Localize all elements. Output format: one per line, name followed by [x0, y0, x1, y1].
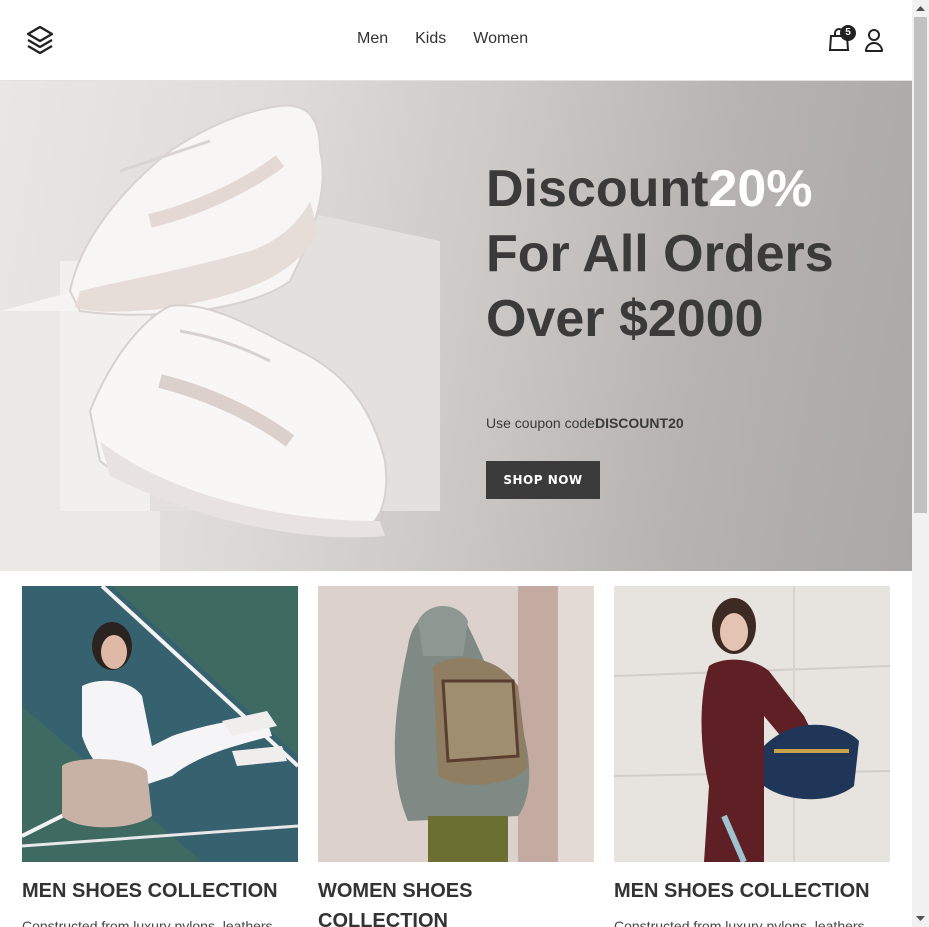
- woman-duffel-bag-image: [614, 586, 890, 862]
- hero-title-part2: For All Orders Over $2000: [486, 225, 834, 348]
- collection-card[interactable]: MEN SHOES COLLECTION Constructed from lu…: [22, 586, 298, 927]
- coupon-text: Use coupon codeDISCOUNT20: [486, 415, 684, 431]
- collection-card[interactable]: WOMEN SHOES COLLECTION: [318, 586, 594, 927]
- nav-women[interactable]: Women: [473, 30, 528, 48]
- collection-image[interactable]: [22, 586, 298, 862]
- coupon-code: DISCOUNT20: [594, 415, 684, 431]
- hero-title: Discount20% For All Orders Over $2000: [486, 157, 866, 352]
- collection-title[interactable]: MEN SHOES COLLECTION: [22, 876, 298, 906]
- page-scrollbar[interactable]: [912, 0, 929, 927]
- cart-count-badge: 5: [840, 25, 856, 41]
- layers-logo[interactable]: [24, 24, 56, 56]
- scrollbar-thumb[interactable]: [914, 17, 927, 513]
- collection-description: Constructed from luxury nylons, leathers…: [614, 918, 869, 927]
- collection-description: Constructed from luxury nylons, leathers…: [22, 918, 277, 927]
- woman-tennis-court-image: [22, 586, 298, 862]
- shop-now-button[interactable]: SHOP NOW: [486, 461, 600, 499]
- nav-men[interactable]: Men: [357, 30, 388, 48]
- user-icon[interactable]: [864, 28, 884, 52]
- collection-image[interactable]: [614, 586, 890, 862]
- collection-title[interactable]: WOMEN SHOES COLLECTION: [318, 876, 594, 927]
- hero-banner: Discount20% For All Orders Over $2000 Us…: [0, 81, 912, 571]
- hero-title-highlight: 20%: [708, 160, 813, 218]
- collection-card[interactable]: MEN SHOES COLLECTION Constructed from lu…: [614, 586, 890, 927]
- main-nav: Men Kids Women: [357, 30, 528, 48]
- nav-kids[interactable]: Kids: [415, 30, 446, 48]
- collection-title[interactable]: MEN SHOES COLLECTION: [614, 876, 890, 906]
- hero-title-part1: Discount: [486, 160, 709, 218]
- coupon-prefix: Use coupon code: [486, 415, 595, 431]
- person-backpack-image: [318, 586, 594, 862]
- collection-image[interactable]: [318, 586, 594, 862]
- scroll-down-arrow-icon[interactable]: [912, 910, 929, 927]
- site-header: Men Kids Women 5: [0, 0, 912, 81]
- sneakers-image: [0, 104, 440, 571]
- scroll-up-arrow-icon[interactable]: [912, 0, 929, 17]
